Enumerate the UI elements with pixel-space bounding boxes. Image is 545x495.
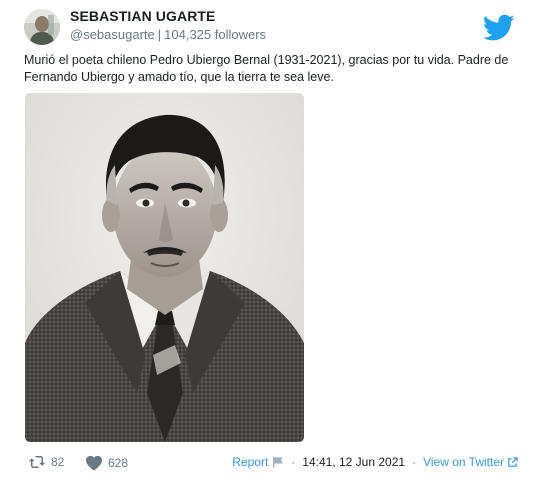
author-meta: @sebasugarte | 104,325 followers <box>70 27 266 42</box>
tweet-photo[interactable] <box>25 93 304 442</box>
avatar[interactable] <box>24 9 60 45</box>
timestamp[interactable]: 14:41, 12 Jun 2021 <box>302 455 405 469</box>
display-name[interactable]: SEBASTIAN UGARTE <box>70 8 266 24</box>
avatar-image <box>24 9 60 45</box>
like-action[interactable]: 628 <box>85 455 128 471</box>
view-on-twitter-label: View on Twitter <box>423 455 504 469</box>
followers-count: 104,325 followers <box>164 27 267 42</box>
author-block: SEBASTIAN UGARTE @sebasugarte | 104,325 fo… <box>70 8 266 42</box>
external-link-icon <box>508 456 518 467</box>
footer-dot-1: · <box>291 455 296 469</box>
report-link[interactable]: Report <box>232 455 284 469</box>
retweet-count: 82 <box>51 455 65 469</box>
tweet-footer: 82 628 Report · 14:41, 12 Jun 2021 · Vie… <box>24 455 524 475</box>
handle[interactable]: @sebasugarte <box>70 27 155 42</box>
tweet-embed-card: SEBASTIAN UGARTE @sebasugarte | 104,325 fo… <box>0 0 545 495</box>
report-label: Report <box>232 455 269 469</box>
footer-meta: Report · 14:41, 12 Jun 2021 · View on Tw… <box>232 455 518 469</box>
portrait-photo <box>25 93 304 442</box>
view-on-twitter-link[interactable]: View on Twitter <box>423 455 518 469</box>
heart-icon <box>86 455 102 471</box>
tweet-text: Murió el poeta chileno Pedro Ubiergo Ber… <box>24 53 509 84</box>
twitter-bird-icon[interactable] <box>483 14 515 42</box>
footer-dot-2: · <box>412 455 417 469</box>
like-count: 628 <box>108 456 129 470</box>
retweet-icon <box>28 456 46 468</box>
retweet-action[interactable]: 82 <box>28 455 64 469</box>
flag-icon <box>273 457 284 468</box>
meta-separator: | <box>157 27 162 42</box>
